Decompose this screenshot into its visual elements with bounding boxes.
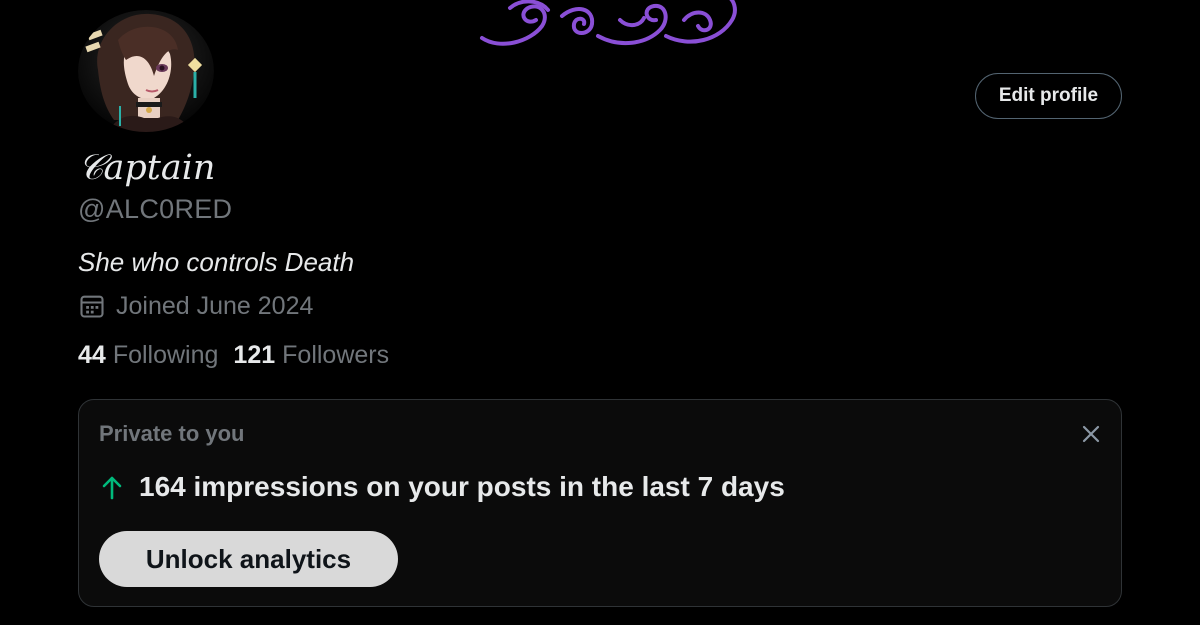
following-count: 44 [78, 341, 106, 369]
followers-label: Followers [282, 341, 390, 369]
calendar-icon [80, 295, 104, 318]
unlock-analytics-button[interactable]: Unlock analytics [99, 531, 398, 587]
following-link[interactable]: 44 Following [78, 339, 218, 371]
arrow-up-icon [102, 476, 122, 500]
private-card-title: Private to you [99, 421, 245, 446]
banner-ornament-image [480, 0, 737, 46]
private-analytics-card: Private to you 164 impressions on your p… [78, 399, 1122, 607]
profile-bio: She who controls Death [78, 247, 355, 277]
followers-link[interactable]: 121 Followers [233, 339, 389, 371]
impressions-text: 164 impressions on your posts in the las… [139, 471, 785, 502]
impressions-summary: 164 impressions on your posts in the las… [101, 470, 785, 504]
display-name: 𝒞aptain [78, 148, 216, 188]
joined-text: Joined June 2024 [116, 292, 314, 320]
user-handle: @ALC0RED [78, 194, 233, 224]
follow-stats: 44 Following 121 Followers [78, 339, 404, 371]
edit-profile-button[interactable]: Edit profile [975, 73, 1122, 119]
close-icon[interactable] [1079, 422, 1103, 446]
following-label: Following [112, 341, 219, 369]
joined-date: Joined June 2024 [78, 290, 313, 322]
avatar[interactable] [78, 10, 214, 132]
followers-count: 121 [233, 341, 276, 369]
